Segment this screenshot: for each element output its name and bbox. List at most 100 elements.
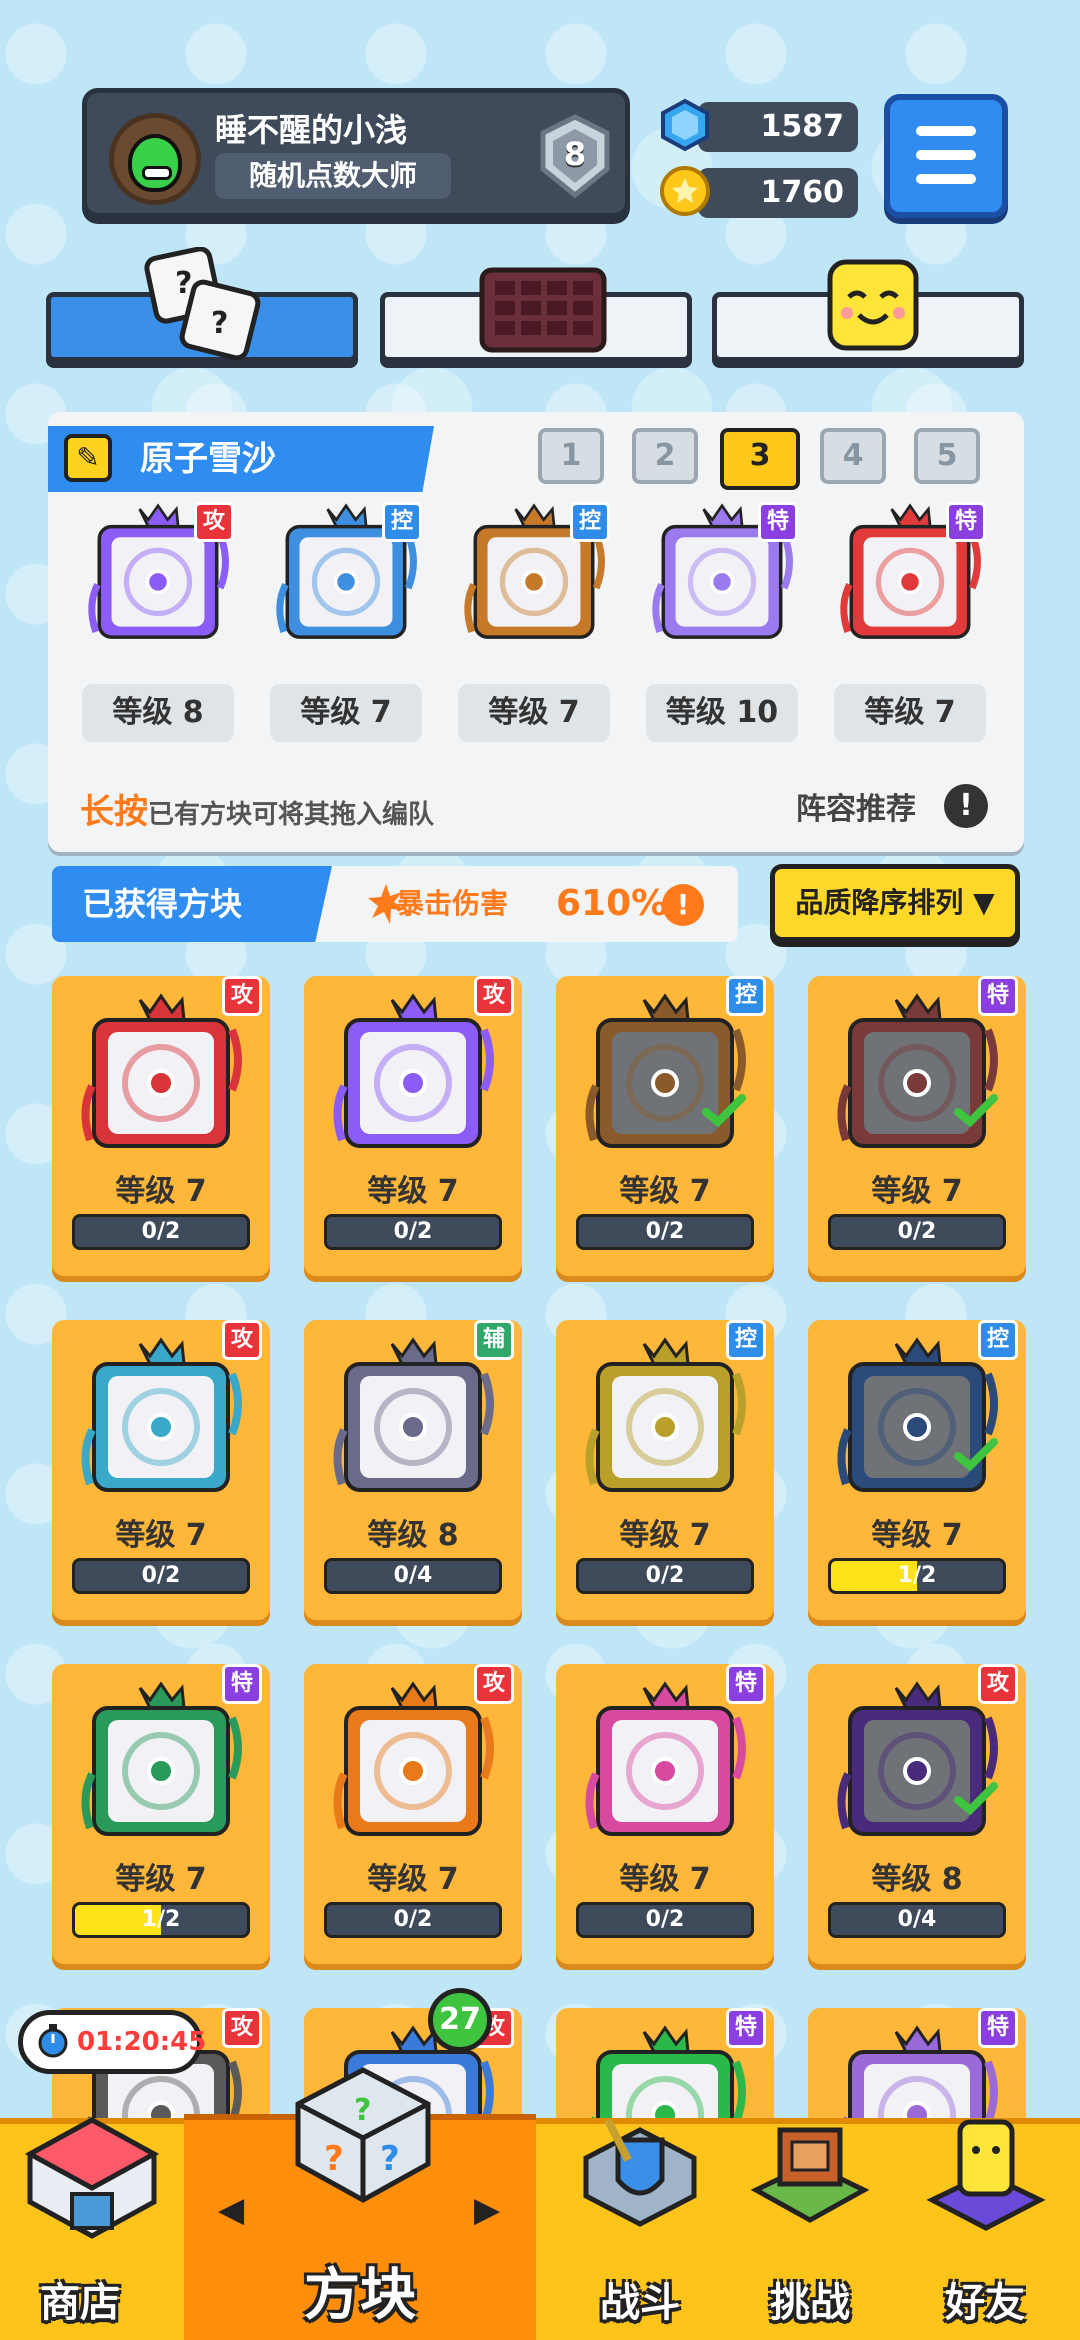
type-tag: 特 [758, 502, 798, 542]
type-tag: 攻 [222, 2008, 262, 2048]
nav-challenge[interactable]: 挑战 [730, 2110, 890, 2340]
svg-text:?: ? [175, 266, 192, 301]
block-art-icon [585, 1337, 746, 1492]
card-progress-text: 0/2 [645, 1563, 685, 1588]
block-card[interactable]: 攻等级 7 0/2 [304, 976, 522, 1276]
tab-emote[interactable] [712, 259, 1024, 362]
lineup-recommend-button[interactable]: 阵容推荐 [796, 784, 916, 828]
nav-shop[interactable]: 商店 [0, 2110, 184, 2340]
deck-panel: 原子雪沙 ✎ 1 2 3 4 5 攻控控特特 等级 8 等级 7 等级 7 等级… [48, 412, 1024, 852]
gems-display[interactable]: 1587 [658, 98, 858, 154]
next-arrow-icon[interactable]: ▶ [474, 2190, 500, 2230]
card-progress-bar: 0/2 [324, 1902, 502, 1938]
card-progress-text: 0/2 [393, 1907, 433, 1932]
card-progress-bar: 0/2 [324, 1214, 502, 1250]
block-card[interactable]: 辅等级 8 0/4 [304, 1320, 522, 1620]
card-progress-text: 0/2 [141, 1219, 181, 1244]
tab-dice[interactable]: ? ? [46, 247, 358, 362]
prev-arrow-icon[interactable]: ◀ [218, 2190, 244, 2230]
deck-card-level: 等级 8 [82, 684, 234, 742]
card-progress-bar: 0/2 [576, 1214, 754, 1250]
deck-card[interactable]: 特 [832, 500, 988, 656]
deck-slot-3[interactable]: 3 [720, 428, 800, 490]
type-tag: 攻 [194, 502, 234, 542]
timer-text: 01:20:45 [77, 2027, 207, 2057]
nav-blocks-label: 方块 [304, 2263, 416, 2328]
deck-slot-2[interactable]: 2 [632, 428, 698, 484]
nav-blocks[interactable]: ? ? ? ◀ ▶ 方块 [184, 2060, 536, 2340]
type-tag: 攻 [474, 976, 514, 1016]
deck-card-level: 等级 7 [834, 684, 986, 742]
card-progress-text: 1/2 [897, 1563, 937, 1588]
card-progress-text: 0/2 [393, 1219, 433, 1244]
card-progress-text: 1/2 [141, 1907, 181, 1932]
block-art-icon [837, 1337, 998, 1492]
nav-battle[interactable]: 战斗 [560, 2110, 720, 2340]
deck-card-level: 等级 7 [270, 684, 422, 742]
avatar[interactable] [109, 113, 201, 205]
block-card[interactable]: 特等级 7 0/2 [808, 976, 1026, 1276]
type-tag: 控 [726, 976, 766, 1016]
block-art-icon [585, 1681, 746, 1836]
deck-slot-5[interactable]: 5 [914, 428, 980, 484]
sort-dropdown[interactable]: 品质降序排列 ▼ [770, 864, 1020, 942]
board-icon [479, 267, 607, 353]
nav-battle-label: 战斗 [600, 2280, 680, 2326]
card-level: 等级 7 [619, 1862, 711, 1897]
block-art-icon [333, 1337, 494, 1492]
gem-icon [661, 98, 709, 152]
card-progress-bar: 0/2 [72, 1558, 250, 1594]
block-card[interactable]: 控等级 7 0/2 [556, 976, 774, 1276]
block-card[interactable]: 特等级 7 0/2 [556, 1664, 774, 1964]
crit-info-icon[interactable]: ! [662, 884, 704, 926]
card-level: 等级 7 [619, 1518, 711, 1553]
type-tag: 特 [726, 2008, 766, 2048]
type-tag: 控 [978, 1320, 1018, 1360]
coin-icon [660, 166, 710, 216]
card-progress-text: 0/2 [645, 1219, 685, 1244]
deck-slot-1[interactable]: 1 [538, 428, 604, 484]
smiley-icon [827, 259, 919, 351]
tab-board[interactable] [380, 267, 692, 362]
coins-display[interactable]: 1760 [658, 164, 858, 220]
block-card[interactable]: 攻等级 7 0/2 [52, 976, 270, 1276]
checkmark-icon [954, 1094, 998, 1128]
nav-friends-label: 好友 [945, 2280, 1025, 2326]
deck-card[interactable]: 控 [456, 500, 612, 656]
info-icon[interactable]: ! [944, 784, 988, 828]
block-card[interactable]: 控等级 7 1/2 [808, 1320, 1026, 1620]
card-level: 等级 7 [619, 1174, 711, 1209]
owned-bar: 已获得方块 暴击伤害 610% ! [52, 866, 738, 942]
card-level: 等级 7 [115, 1518, 207, 1553]
svg-text:?: ? [354, 2093, 371, 2128]
profile-card[interactable]: 睡不醒的小浅 随机点数大师 8 [82, 88, 630, 218]
deck-slot-4[interactable]: 4 [820, 428, 886, 484]
deck-card[interactable]: 控 [268, 500, 424, 656]
nav-friends[interactable]: 好友 [900, 2110, 1070, 2340]
block-card[interactable]: 控等级 7 0/2 [556, 1320, 774, 1620]
block-art-icon [333, 1681, 494, 1836]
type-tag: 特 [978, 976, 1018, 1016]
card-level: 等级 7 [115, 1862, 207, 1897]
battle-icon [583, 2118, 697, 2227]
card-progress-bar: 0/2 [576, 1902, 754, 1938]
card-progress-text: 0/2 [141, 1563, 181, 1588]
owned-title: 已获得方块 [52, 866, 332, 942]
nav-challenge-label: 挑战 [770, 2280, 850, 2326]
deck-card[interactable]: 攻 [80, 500, 236, 656]
block-art-icon [333, 993, 494, 1148]
deck-card[interactable]: 特 [644, 500, 800, 656]
block-card[interactable]: 特等级 7 1/2 [52, 1664, 270, 1964]
block-card[interactable]: 攻等级 8 0/4 [808, 1664, 1026, 1964]
pencil-icon[interactable]: ✎ [64, 434, 112, 482]
block-art-icon [585, 993, 746, 1148]
rank-badge-icon[interactable]: 8 [535, 113, 615, 199]
friends-icon [926, 2119, 1046, 2231]
menu-button[interactable] [884, 94, 1008, 218]
card-level: 等级 8 [367, 1518, 459, 1553]
block-card[interactable]: 攻等级 7 0/2 [304, 1664, 522, 1964]
block-art-icon [81, 1337, 242, 1492]
type-tag: 攻 [474, 1664, 514, 1704]
hint-highlight: 长按 [80, 792, 148, 832]
block-card[interactable]: 攻等级 7 0/2 [52, 1320, 270, 1620]
